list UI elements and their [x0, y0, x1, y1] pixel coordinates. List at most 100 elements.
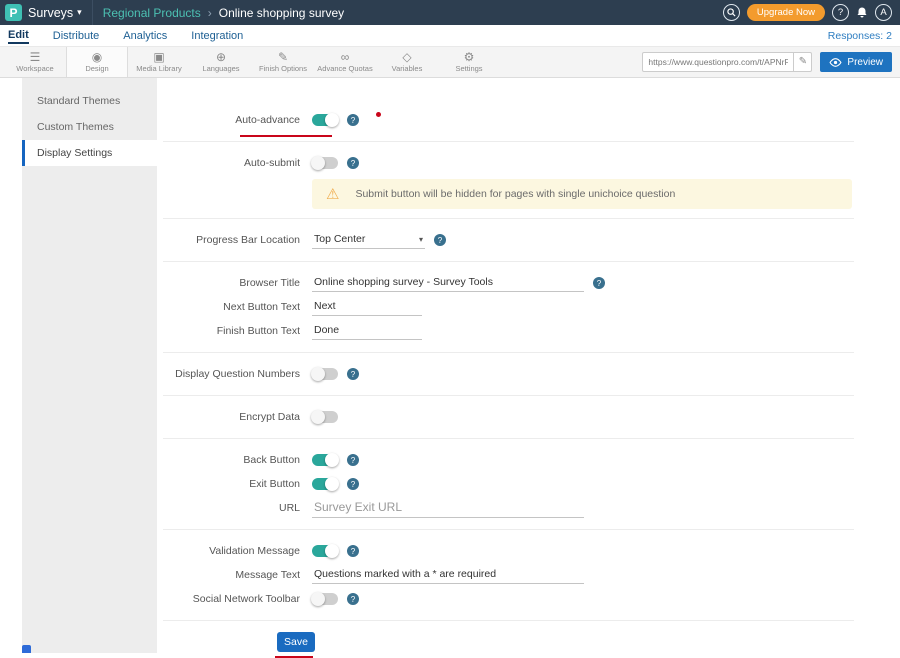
display-settings-panel: Auto-advance ? Auto-submit ? ⚠ Submit bu… [157, 78, 878, 653]
section-divider [163, 352, 854, 353]
sidebar-item-display-settings[interactable]: Display Settings [22, 140, 157, 166]
tab-edit[interactable]: Edit [8, 27, 29, 44]
preview-button-label: Preview [847, 57, 883, 68]
help-icon[interactable]: ? [434, 234, 446, 246]
help-icon: ? [838, 7, 843, 18]
content-area: Standard Themes Custom Themes Display Se… [0, 78, 900, 653]
toolbar-item-label: Advance Quotas [317, 64, 372, 73]
toolbar-item-label: Workspace [16, 64, 53, 73]
toolbar-item-workspace[interactable]: ☰ Workspace [4, 47, 66, 77]
survey-url-input[interactable] [643, 57, 793, 67]
progress-bar-location-select[interactable]: Top Center ▾ [312, 231, 425, 249]
tab-analytics[interactable]: Analytics [123, 28, 167, 43]
next-button-text-input[interactable] [312, 298, 422, 316]
form-row-exit-button: Exit Button ? [157, 472, 878, 496]
toolbar-item-advance-quotas[interactable]: ∞ Advance Quotas [314, 47, 376, 77]
topbar-actions: Upgrade Now ? A [723, 4, 900, 21]
section-divider [163, 141, 854, 142]
social-network-toolbar-label: Social Network Toolbar [157, 593, 300, 605]
form-row-save: Save [157, 630, 878, 654]
variables-icon: ◇ [402, 51, 411, 63]
surveys-menu[interactable]: Surveys ▾ [28, 6, 82, 20]
form-row-encrypt-data: Encrypt Data [157, 405, 878, 429]
help-button[interactable]: ? [832, 4, 849, 21]
section-divider [163, 438, 854, 439]
encrypt-data-toggle[interactable] [312, 411, 338, 423]
help-icon[interactable]: ? [347, 114, 359, 126]
questionpro-logo[interactable]: P [5, 4, 22, 21]
left-gutter [0, 78, 22, 653]
edit-url-pencil-icon[interactable]: ✎ [793, 53, 811, 71]
finish-button-text-label: Finish Button Text [157, 325, 300, 337]
form-row-social-network-toolbar: Social Network Toolbar ? [157, 587, 878, 611]
toolbar-item-label: Variables [392, 64, 423, 73]
toggle-knob [325, 113, 339, 127]
save-button[interactable]: Save [277, 632, 315, 652]
validation-message-toggle[interactable] [312, 545, 338, 557]
browser-title-label: Browser Title [157, 277, 300, 289]
annotation-red-dot [376, 112, 381, 117]
preview-button[interactable]: Preview [820, 52, 892, 72]
help-icon[interactable]: ? [347, 593, 359, 605]
section-divider [163, 218, 854, 219]
chat-widget-corner[interactable] [22, 645, 31, 653]
survey-url-box: ✎ [642, 52, 812, 72]
form-row-progress-bar-location: Progress Bar Location Top Center ▾ ? [157, 228, 878, 252]
breadcrumb-folder[interactable]: Regional Products [103, 6, 201, 20]
finish-options-icon: ✎ [278, 51, 288, 63]
toolbar-item-variables[interactable]: ◇ Variables [376, 47, 438, 77]
auto-advance-label: Auto-advance [157, 114, 300, 126]
top-bar: P Surveys ▾ Regional Products › Online s… [0, 0, 900, 25]
encrypt-data-label: Encrypt Data [157, 411, 300, 423]
sidebar-item-standard-themes[interactable]: Standard Themes [22, 88, 157, 114]
help-icon[interactable]: ? [347, 157, 359, 169]
avatar[interactable]: A [875, 4, 892, 21]
message-text-input[interactable] [312, 566, 584, 584]
search-button[interactable] [723, 4, 740, 21]
form-row-auto-advance: Auto-advance ? [157, 108, 878, 132]
help-icon[interactable]: ? [347, 478, 359, 490]
auto-submit-label: Auto-submit [157, 157, 300, 169]
toolbar-item-label: Design [85, 64, 108, 73]
auto-advance-toggle[interactable] [312, 114, 338, 126]
next-button-text-label: Next Button Text [157, 301, 300, 313]
exit-button-toggle[interactable] [312, 478, 338, 490]
app-menu-section: P Surveys ▾ [0, 0, 93, 25]
sidebar-item-custom-themes[interactable]: Custom Themes [22, 114, 157, 140]
toolbar-item-label: Settings [455, 64, 482, 73]
browser-title-input[interactable] [312, 274, 584, 292]
exit-url-input[interactable] [312, 498, 584, 518]
notifications-button[interactable] [856, 6, 868, 19]
responses-count[interactable]: Responses: 2 [828, 30, 892, 42]
section-divider [163, 261, 854, 262]
upgrade-button[interactable]: Upgrade Now [747, 4, 825, 21]
back-button-toggle[interactable] [312, 454, 338, 466]
toolbar-item-settings[interactable]: ⚙ Settings [438, 47, 500, 77]
auto-submit-toggle[interactable] [312, 157, 338, 169]
help-icon[interactable]: ? [347, 545, 359, 557]
message-text-label: Message Text [157, 569, 300, 581]
toolbar-item-finish-options[interactable]: ✎ Finish Options [252, 47, 314, 77]
toolbar-item-label: Media Library [136, 64, 181, 73]
social-network-toolbar-toggle[interactable] [312, 593, 338, 605]
select-value: Top Center [314, 233, 365, 245]
tab-integration[interactable]: Integration [191, 28, 243, 43]
help-icon[interactable]: ? [347, 368, 359, 380]
toolbar-item-languages[interactable]: ⊕ Languages [190, 47, 252, 77]
annotation-red-underline [240, 135, 332, 137]
exit-button-label: Exit Button [157, 478, 300, 490]
gear-icon: ⚙ [464, 51, 475, 63]
tab-distribute[interactable]: Distribute [53, 28, 99, 43]
toggle-knob [311, 156, 325, 170]
right-gutter [878, 78, 900, 653]
toolbar-item-media-library[interactable]: ▣ Media Library [128, 47, 190, 77]
form-row-message-text: Message Text [157, 563, 878, 587]
workspace-icon: ☰ [30, 51, 41, 63]
help-icon[interactable]: ? [593, 277, 605, 289]
toolbar-item-design[interactable]: ◉ Design [66, 47, 128, 77]
finish-button-text-input[interactable] [312, 322, 422, 340]
toggle-knob [311, 367, 325, 381]
validation-message-label: Validation Message [157, 545, 300, 557]
display-question-numbers-toggle[interactable] [312, 368, 338, 380]
help-icon[interactable]: ? [347, 454, 359, 466]
